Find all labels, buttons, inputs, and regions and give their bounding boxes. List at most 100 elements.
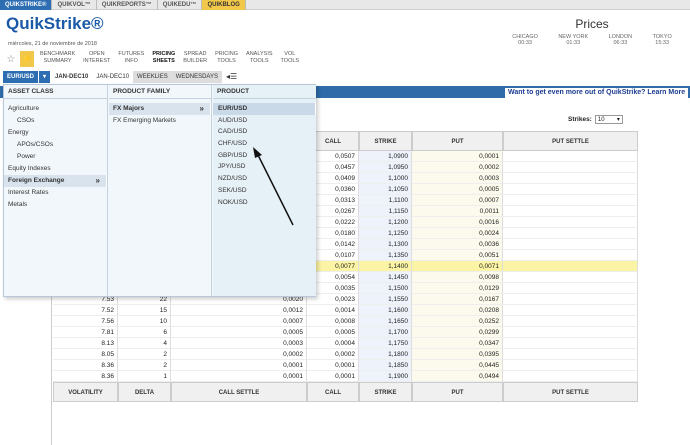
product-item[interactable]: GBP/USD [213, 150, 316, 162]
strikes-control: Strikes: 10 ▾ [568, 115, 623, 124]
expiry-tab[interactable]: JAN-DEC10 [92, 71, 133, 83]
strike-cell: 1,1250 [359, 228, 412, 239]
put-cell[interactable]: 0,0036 [412, 239, 503, 250]
put-cell[interactable]: 0,0299 [412, 327, 503, 338]
product-item[interactable]: SEK/USD [213, 185, 316, 197]
call-settle-cell: 0,0001 [171, 360, 307, 371]
put-cell[interactable]: 0,0007 [412, 195, 503, 206]
strike-cell: 1,1700 [359, 327, 412, 338]
asset-class-item[interactable]: Agriculture [4, 103, 107, 115]
call-cell[interactable]: 0,0001 [307, 360, 359, 371]
put-cell[interactable]: 0,0167 [412, 294, 503, 305]
volatility-cell: 7.81 [53, 327, 118, 338]
nav-vol-tools[interactable]: VOL TOOLS [277, 51, 304, 71]
call-cell[interactable]: 0,0002 [307, 349, 359, 360]
put-cell[interactable]: 0,0071 [412, 261, 503, 272]
asset-class-item[interactable]: Equity Indexes [4, 163, 107, 175]
put-cell[interactable]: 0,0024 [412, 228, 503, 239]
table-row: 7.81 6 0,0005 0,0005 1,1700 0,0299 [53, 327, 690, 338]
nav-futures-info[interactable]: FUTURES INFO [114, 51, 148, 71]
asset-class-item[interactable]: Metals [4, 199, 107, 211]
put-settle-cell [503, 294, 638, 305]
tab-quikedu[interactable]: QUIKEDU™ [158, 0, 203, 10]
city-time: 15:33 [655, 40, 670, 46]
put-cell[interactable]: 0,0016 [412, 217, 503, 228]
put-cell[interactable]: 0,0011 [412, 206, 503, 217]
put-cell[interactable]: 0,0208 [412, 305, 503, 316]
put-cell[interactable]: 0,0252 [412, 316, 503, 327]
put-cell[interactable]: 0,0002 [412, 162, 503, 173]
product-item[interactable]: NZD/USD [213, 173, 316, 185]
logo: QuikStrike® miércoles, 21 de noviembre d… [6, 14, 104, 47]
wednesdays-tab[interactable]: WEDNESDAYS [171, 71, 222, 83]
product-item[interactable]: CHF/USD [213, 138, 316, 150]
nav-pricing-sheets[interactable]: PRICING SHEETS [148, 51, 179, 71]
nav-spread-builder[interactable]: SPREAD BUILDER [179, 51, 211, 71]
put-cell[interactable]: 0,0001 [412, 151, 503, 162]
chevron-down-icon[interactable]: ▾ [39, 71, 52, 83]
learn-more-link[interactable]: Want to get even more out of QuikStrike?… [505, 88, 689, 98]
tab-quikblog[interactable]: QUIKBLOG [202, 0, 246, 10]
call-cell[interactable]: 0,0008 [307, 316, 359, 327]
asset-class-item[interactable]: CSOs [4, 115, 107, 127]
put-cell[interactable]: 0,0395 [412, 349, 503, 360]
asset-class-item[interactable]: Power [4, 151, 107, 163]
put-cell[interactable]: 0,0005 [412, 184, 503, 195]
product-item[interactable]: AUD/USD [213, 115, 316, 127]
put-cell[interactable]: 0,0003 [412, 173, 503, 184]
product-list: EUR/USD AUD/USD CAD/USD CHF/USD GBP/USD JPY/U… [213, 99, 316, 208]
call-cell[interactable]: 0,0014 [307, 305, 359, 316]
call-cell[interactable]: 0,0005 [307, 327, 359, 338]
nav-analysis-tools[interactable]: ANALYSIS TOOLS [242, 51, 277, 71]
delta-cell: 2 [118, 360, 171, 371]
asset-class-item[interactable]: Foreign Exchange » [4, 175, 107, 187]
product-selector[interactable]: EUR/USD [3, 71, 40, 83]
asset-class-item[interactable]: Energy [4, 127, 107, 139]
product-family-item[interactable]: FX Emerging Markets [109, 115, 211, 127]
double-chevron-right-icon: » [95, 176, 100, 185]
star-icon[interactable]: ☆ [4, 51, 18, 67]
asset-class-header: ASSET CLASS [4, 85, 107, 99]
expiry-tab-active[interactable]: JAN-DEC10 [51, 71, 92, 83]
product-item[interactable]: NOK/USD [213, 197, 316, 209]
call-settle-cell: 0,0002 [171, 349, 307, 360]
put-cell[interactable]: 0,0051 [412, 250, 503, 261]
strikes-select[interactable]: 10 ▾ [594, 115, 623, 124]
put-cell[interactable]: 0,0494 [412, 371, 503, 382]
call-cell[interactable]: 0,0004 [307, 338, 359, 349]
product-item[interactable]: EUR/USD [213, 103, 316, 115]
put-cell[interactable]: 0,0098 [412, 272, 503, 283]
call-cell[interactable]: 0,0001 [307, 371, 359, 382]
asset-class-item[interactable]: APOs/CSOs [4, 139, 107, 151]
tab-quikvol[interactable]: QUIKVOL™ [52, 0, 97, 10]
product-item[interactable]: CAD/USD [213, 126, 316, 138]
product-header: PRODUCT [213, 85, 316, 99]
put-cell[interactable]: 0,0347 [412, 338, 503, 349]
nav-benchmark-summary[interactable]: BENCHMARK SUMMARY [36, 51, 79, 71]
put-settle-cell [503, 261, 638, 272]
put-settle-cell [503, 206, 638, 217]
current-date: miércoles, 21 de noviembre de 2018 [8, 41, 97, 47]
put-settle-cell [503, 349, 638, 360]
delta-cell: 6 [118, 327, 171, 338]
nav-open-interest[interactable]: OPEN INTEREST [79, 51, 114, 71]
product-family-item[interactable]: FX Majors » [109, 103, 211, 115]
put-settle-cell [503, 371, 638, 382]
nav-pricing-tools[interactable]: PRICING TOOLS [211, 51, 242, 71]
tab-quikreports[interactable]: QUIKREPORTS™ [97, 0, 158, 10]
tab-quikstrike[interactable]: QUIKSTRIKE® [0, 0, 53, 10]
product-item[interactable]: JPY/USD [213, 161, 316, 173]
weeklies-tab[interactable]: WEEKLIES [133, 71, 172, 83]
strike-cell: 1,1800 [359, 349, 412, 360]
lightning-icon[interactable]: ⚡ [20, 51, 34, 67]
put-cell[interactable]: 0,0445 [412, 360, 503, 371]
col-put: PUT [412, 382, 503, 402]
top-tabs: QUIKSTRIKE® QUIKVOL™ QUIKREPORTS™ QUIKED… [0, 0, 690, 10]
nav-label: VOL [284, 51, 296, 57]
put-cell[interactable]: 0,0129 [412, 283, 503, 294]
strike-cell: 1,1600 [359, 305, 412, 316]
expiry-menu-icon[interactable]: ◂☰ [222, 71, 241, 83]
asset-class-item[interactable]: Interest Rates [4, 187, 107, 199]
col-strike: STRIKE [359, 382, 412, 402]
nav-label: SUMMARY [43, 58, 72, 64]
